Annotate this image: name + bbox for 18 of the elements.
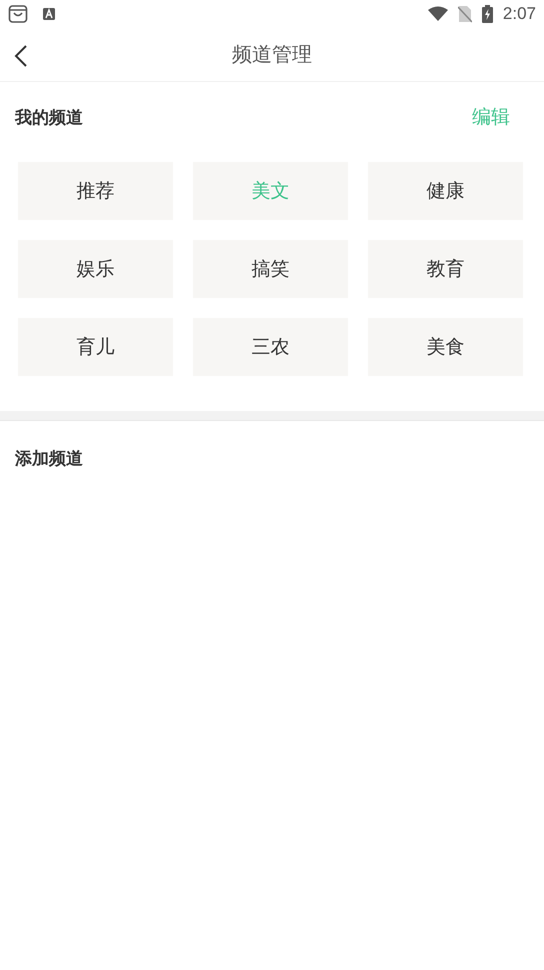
app-icon: [42, 7, 56, 21]
channel-tile[interactable]: 推荐: [18, 162, 173, 220]
battery-charging-icon: [482, 5, 493, 23]
wifi-icon: [428, 6, 448, 22]
channel-tile[interactable]: 美食: [368, 318, 523, 376]
section-title: 添加频道: [15, 449, 83, 469]
channel-tile[interactable]: 育儿: [18, 318, 173, 376]
channel-tile[interactable]: 教育: [368, 240, 523, 298]
section-title: 我的频道: [15, 106, 83, 128]
channel-tile[interactable]: 娱乐: [18, 240, 173, 298]
channel-tile[interactable]: 三农: [193, 318, 348, 376]
status-time: 2:07: [502, 4, 536, 24]
shopping-bag-icon: [8, 4, 28, 24]
page-title: 频道管理: [232, 41, 312, 68]
channel-tile[interactable]: 健康: [368, 162, 523, 220]
back-icon: [14, 44, 28, 68]
channel-tile[interactable]: 搞笑: [193, 240, 348, 298]
no-sim-icon: [458, 5, 472, 23]
